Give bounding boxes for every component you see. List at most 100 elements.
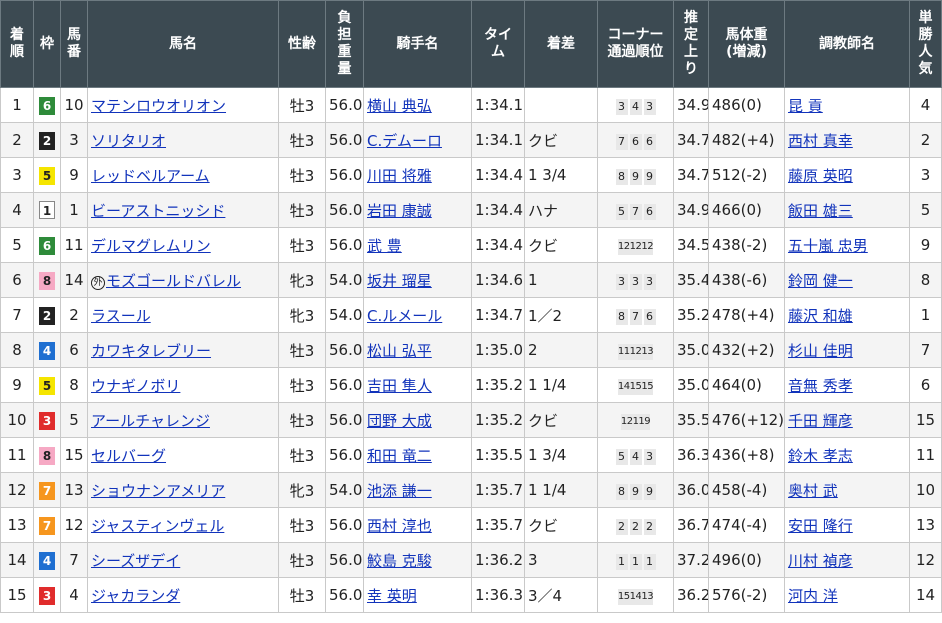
corner-position: 5 [615,448,628,465]
table-row: 5 6 11 デルマグレムリン 牡3 56.0 武 豊 1:34.4 クビ 121212 34.5 4… [0,227,942,263]
trainer-link[interactable]: 杉山 佳明 [788,342,853,360]
bodyweight-cell: 438(-2) [708,227,785,263]
waku-badge: 3 [39,586,55,605]
horse-link[interactable]: ビーアストニッシド [91,202,225,220]
last3f-cell: 35.0 [673,332,709,368]
corner-positions: 343 [615,96,657,115]
trainer-link[interactable]: 奥村 武 [788,482,838,500]
trainer-link[interactable]: 藤沢 和雄 [788,307,853,325]
horse-link[interactable]: ウナギノボリ [91,377,180,395]
trainer-link[interactable]: 西村 真幸 [788,132,853,150]
jockey-link[interactable]: 鮫島 克駿 [367,552,432,570]
margin-cell: ハナ [524,192,598,228]
jockey-link[interactable]: 吉田 隼人 [367,377,432,395]
horse-link[interactable]: アールチャレンジ [91,412,210,430]
jockey-cell: 西村 淳也 [363,507,472,543]
waku-cell: 5 [33,157,61,193]
horse-link[interactable]: シーズザデイ [91,552,180,570]
jockey-link[interactable]: C.デムーロ [367,132,442,150]
sexage-cell: 牡3 [278,577,326,613]
rank-cell: 4 [0,192,34,228]
corner-positions: 576 [615,201,657,220]
jockey-link[interactable]: 池添 謙一 [367,482,432,500]
jockey-link[interactable]: 坂井 瑠星 [367,272,432,290]
trainer-cell: 千田 輝彦 [784,402,910,438]
corner-position: 3 [615,273,628,290]
table-row: 7 2 2 ラスール 牝3 54.0 C.ルメール 1:34.7 1／2 8 7 6 35.2 478(+… [0,297,942,333]
horse-link[interactable]: カワキタレブリー [91,342,211,360]
sexage-cell: 牝3 [278,472,326,508]
corner-positions: 12119 [620,410,651,430]
jockey-link[interactable]: 西村 淳也 [367,517,432,535]
horse-link[interactable]: ソリタリオ [91,132,166,150]
header-horse: 馬名 [87,0,279,88]
jockey-link[interactable]: C.ルメール [367,307,442,325]
waku-cell: 4 [33,542,61,578]
jockey-link[interactable]: 団野 大成 [367,412,432,430]
corner-cell: 141515 [597,367,674,403]
horse-link[interactable]: ジャスティンヴェル [91,517,224,535]
jockey-link[interactable]: 和田 竜二 [367,447,432,465]
horse-link[interactable]: ラスール [91,307,151,325]
popularity-cell: 14 [909,577,942,613]
trainer-cell: 安田 隆行 [784,507,910,543]
trainer-link[interactable]: 千田 輝彦 [788,412,853,430]
horse-link[interactable]: モズゴールドバレル [106,272,241,290]
horse-link[interactable]: ジャカランダ [91,587,180,605]
table-row: 3 5 9 レッドベルアーム 牡3 56.0 川田 将雅 1:34.4 1 3/4 8 9 9 34.7… [0,157,942,193]
jockey-cell: 横山 典弘 [363,87,472,123]
waku-cell: 3 [33,577,61,613]
waku-badge: 1 [39,201,55,219]
umaban-cell: 2 [60,297,88,333]
horse-link[interactable]: デルマグレムリン [91,237,211,255]
jockey-link[interactable]: 川田 将雅 [367,167,432,185]
jockey-link[interactable]: 松山 弘平 [367,342,432,360]
header-last3f: 推 定 上 り [673,0,709,88]
table-row: 12 7 13 ショウナンアメリア 牝3 54.0 池添 謙一 1:35.7 1 1/4 8 9 9 3… [0,472,942,508]
trainer-link[interactable]: 音無 秀孝 [788,377,853,395]
jockey-link[interactable]: 幸 英明 [367,587,417,605]
jockey-link[interactable]: 岩田 康誠 [367,202,432,220]
jockey-cell: 幸 英明 [363,577,472,613]
rank-cell: 5 [0,227,34,263]
corner-position: 9 [644,414,651,430]
horse-link[interactable]: マテンロウオリオン [91,97,226,115]
trainer-link[interactable]: 川村 禎彦 [788,552,853,570]
sexage-cell: 牝3 [278,297,326,333]
jockey-link[interactable]: 武 豊 [367,237,402,255]
header-popularity: 単 勝 人 気 [909,0,942,88]
trainer-link[interactable]: 飯田 雄三 [788,202,853,220]
header-waku: 枠 [33,0,61,88]
trainer-link[interactable]: 安田 隆行 [788,517,853,535]
trainer-link[interactable]: 藤原 英昭 [788,167,853,185]
horse-link[interactable]: レッドベルアーム [91,167,210,185]
race-results-table: 着 順 枠 馬 番 馬名 性齢 負 担 重 量 騎手名 タイ ム 着差 コーナー… [0,0,942,613]
rank-cell: 6 [0,262,34,298]
trainer-cell: 藤沢 和雄 [784,297,910,333]
horse-link[interactable]: セルバーグ [91,447,166,465]
popularity-cell: 1 [909,297,942,333]
trainer-link[interactable]: 鈴木 孝志 [788,447,853,465]
jockey-link[interactable]: 横山 典弘 [367,97,432,115]
corner-positions: 111 [615,551,657,570]
bodyweight-cell: 432(+2) [708,332,785,368]
trainer-link[interactable]: 鈴岡 健一 [788,272,853,290]
last3f-cell: 35.2 [673,297,709,333]
trainer-link[interactable]: 昆 貢 [788,97,823,115]
sexage-cell: 牡3 [278,367,326,403]
waku-cell: 2 [33,297,61,333]
margin-cell: 1／2 [524,297,598,333]
sexage-cell: 牡3 [278,402,326,438]
waku-cell: 8 [33,437,61,473]
popularity-cell: 10 [909,472,942,508]
popularity-cell: 5 [909,192,942,228]
horse-link[interactable]: ショウナンアメリア [91,482,225,500]
corner-positions: 876 [615,306,657,325]
trainer-link[interactable]: 河内 洋 [788,587,838,605]
trainer-link[interactable]: 五十嵐 忠男 [788,237,868,255]
margin-cell: 3 [524,542,598,578]
header-bodyweight: 馬体重 (増減) [708,0,785,88]
last3f-cell: 34.7 [673,122,709,158]
bodyweight-cell: 464(0) [708,367,785,403]
time-cell: 1:34.4 [471,227,525,263]
